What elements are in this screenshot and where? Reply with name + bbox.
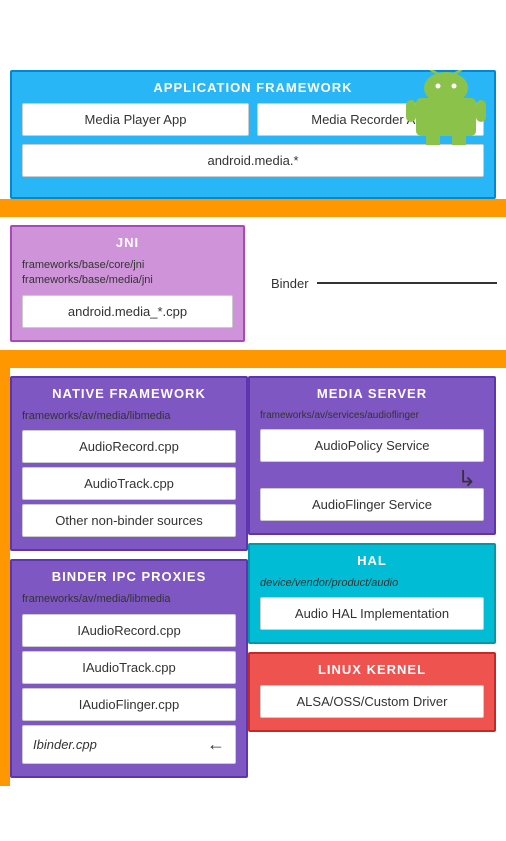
audio-record-box: AudioRecord.cpp [22,430,236,463]
jni-title: JNI [22,235,233,250]
left-column: NATIVE FRAMEWORK frameworks/av/media/lib… [0,368,248,786]
media-server-section: MEDIA SERVER frameworks/av/services/audi… [248,376,496,535]
audio-hal-box: Audio HAL Implementation [260,597,484,630]
iaudio-track-box: IAudioTrack.cpp [22,651,236,684]
native-framework-section: NATIVE FRAMEWORK frameworks/av/media/lib… [10,376,248,551]
bottom-sections: NATIVE FRAMEWORK frameworks/av/media/lib… [0,368,506,786]
binder-area: Binder [251,217,506,350]
app-row2: android.media.* [22,144,484,177]
binder-line [317,282,497,284]
jni-paths: frameworks/base/core/jni frameworks/base… [22,258,233,289]
ibinder-box: Ibinder.cpp ← [22,725,236,764]
hal-section: HAL device/vendor/product/audio Audio HA… [248,543,496,644]
native-framework-path: frameworks/av/media/libmedia [22,409,236,424]
jni-cpp-box: android.media_*.cpp [22,295,233,328]
audio-flinger-service-box: AudioFlinger Service [260,488,484,521]
binder-ipc-path: frameworks/av/media/libmedia [22,592,236,607]
iaudio-flinger-box: IAudioFlinger.cpp [22,688,236,721]
iaudio-record-box: IAudioRecord.cpp [22,614,236,647]
native-framework-title: NATIVE FRAMEWORK [22,386,236,401]
linux-kernel-section: LINUX KERNEL ALSA/OSS/Custom Driver [248,652,496,732]
hal-path: device/vendor/product/audio [260,576,484,591]
media-server-title: MEDIA SERVER [260,386,484,401]
audio-track-box: AudioTrack.cpp [22,467,236,500]
middle-row: JNI frameworks/base/core/jni frameworks/… [0,217,506,350]
media-server-path: frameworks/av/services/audioflinger [260,409,484,423]
binder-text: Binder [271,276,309,291]
binder-ipc-section: BINDER IPC PROXIES frameworks/av/media/l… [10,559,248,777]
orange-divider [0,199,506,217]
linux-kernel-title: LINUX KERNEL [260,662,484,677]
android-logo [406,70,486,145]
other-non-binder-box: Other non-binder sources [22,504,236,537]
binder-label: Binder [271,276,497,291]
bottom-wrapper: NATIVE FRAMEWORK frameworks/av/media/lib… [0,368,506,786]
alsa-oss-box: ALSA/OSS/Custom Driver [260,685,484,718]
audio-policy-box: AudioPolicy Service [260,429,484,462]
jni-section: JNI frameworks/base/core/jni frameworks/… [10,225,245,342]
arrow-left-icon: ← [207,734,225,755]
right-column: MEDIA SERVER frameworks/av/services/audi… [248,368,506,786]
binder-ipc-title: BINDER IPC PROXIES [22,569,236,584]
orange-divider-2 [0,350,506,368]
android-media-box: android.media.* [22,144,484,177]
hal-title: HAL [260,553,484,568]
media-player-box: Media Player App [22,103,249,136]
